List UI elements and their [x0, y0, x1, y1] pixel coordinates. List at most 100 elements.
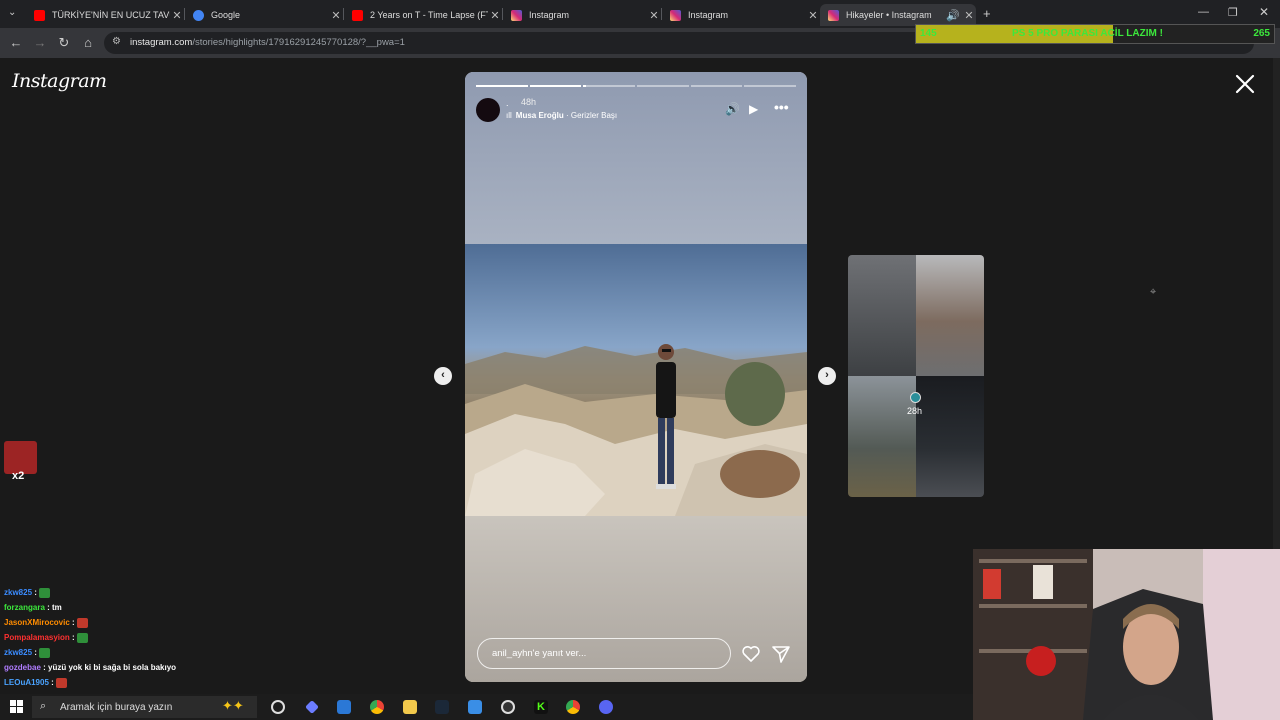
sparkle-icon: ✦✦: [222, 698, 244, 713]
close-tab-icon[interactable]: ✕: [170, 9, 184, 22]
obs-icon[interactable]: [501, 700, 515, 714]
tab-title: Hikayeler • Instagram: [846, 10, 932, 20]
reply-input[interactable]: anil_ayhn'e yanıt ver...: [477, 638, 731, 669]
instagram-icon: [670, 9, 681, 21]
restore-icon[interactable]: ❐: [1228, 6, 1238, 19]
chat-emote-icon: [76, 633, 88, 643]
chat-username[interactable]: LEOuA1905: [4, 678, 49, 687]
story-progress-fill: [583, 85, 586, 87]
highlight-avatar: [910, 392, 921, 403]
story-music[interactable]: ıll Musa Eroğlu · Gerizler Başı: [506, 111, 617, 120]
close-tab-icon[interactable]: ✕: [488, 9, 502, 22]
file-explorer-icon[interactable]: [403, 700, 417, 714]
reload-icon[interactable]: ↻: [56, 35, 72, 51]
task-view-icon[interactable]: [271, 700, 285, 714]
chrome-active-icon[interactable]: [566, 700, 580, 714]
music-track: Gerizler Başı: [570, 111, 618, 120]
forward-icon[interactable]: →: [32, 35, 48, 51]
chat-username[interactable]: zkw825: [4, 648, 32, 657]
heart-icon[interactable]: [741, 644, 761, 664]
tab-3[interactable]: 2 Years on T - Time Lapse (FTM ✕: [344, 4, 502, 26]
tab-4[interactable]: Instagram ✕: [503, 4, 661, 26]
home-icon[interactable]: ⌂: [80, 35, 96, 51]
chat-username[interactable]: Pompalamasyion: [4, 633, 70, 642]
instagram-icon: [828, 9, 839, 21]
story-username[interactable]: .: [506, 98, 509, 108]
story-progress-segment: [529, 85, 582, 87]
more-options-icon[interactable]: •••: [774, 99, 789, 115]
goal-left-count: 145: [920, 28, 937, 39]
close-stories-icon[interactable]: [1234, 73, 1256, 95]
tab-title: Google: [211, 10, 241, 20]
story-progress-segment: [744, 85, 797, 87]
chrome-icon[interactable]: [370, 700, 384, 714]
url-text: instagram.com/stories/highlights/1791629…: [130, 37, 405, 48]
cursor-icon: ⌖: [1150, 286, 1157, 298]
previous-story-button[interactable]: ‹: [434, 367, 452, 385]
store-icon[interactable]: [337, 700, 351, 714]
story-progress-segment: [637, 85, 689, 87]
story-card[interactable]: . 48h ıll Musa Eroğlu · Gerizler Başı 🔊 ▶…: [465, 72, 807, 682]
tab-2[interactable]: Google ✕: [185, 4, 343, 26]
windows-taskbar: ⌕ Aramak için buraya yazın ✦✦ K: [0, 694, 973, 720]
search-icon: ⌕: [40, 700, 47, 712]
chat-username[interactable]: JasonXMirocovic: [4, 618, 70, 627]
instagram-logo[interactable]: Instagram: [12, 70, 107, 92]
windows-start-icon[interactable]: [10, 700, 23, 713]
story-progress-segment: [476, 85, 528, 87]
highlight-thumb-night: [916, 376, 984, 497]
goal-text: PS 5 PRO PARASI ACİL LAZIM !: [1012, 28, 1163, 39]
tab-5[interactable]: Instagram ✕: [662, 4, 820, 26]
window-close-icon[interactable]: ✕: [1259, 5, 1269, 19]
chat-message: zkw825 :: [4, 648, 51, 658]
chat-username[interactable]: zkw825: [4, 588, 32, 597]
chat-message: gozdebae : yüzü yok ki bi sağa bi sola b…: [4, 663, 177, 672]
chat-username[interactable]: forzangara: [4, 603, 45, 612]
tab-title: Instagram: [688, 10, 729, 20]
tab-1[interactable]: TÜRKİYE'NİN EN UCUZ TAVUK ✕: [26, 4, 184, 26]
minimize-icon[interactable]: —: [1198, 6, 1209, 18]
mountain-landscape-image: [465, 346, 807, 516]
close-tab-icon[interactable]: ✕: [647, 9, 661, 22]
search-placeholder: Aramak için buraya yazın: [60, 702, 173, 713]
new-tab-icon[interactable]: +: [983, 6, 991, 21]
story-background-top: [465, 72, 807, 244]
chat-emote-icon: [39, 648, 51, 658]
stream-goal-bar: 145 PS 5 PRO PARASI ACİL LAZIM ! 265: [915, 24, 1275, 44]
back-icon[interactable]: ←: [8, 35, 24, 51]
tab-6-active[interactable]: Hikayeler • Instagram 🔊 ✕: [820, 4, 976, 26]
play-icon[interactable]: ▶: [749, 102, 758, 116]
steam-icon[interactable]: [435, 700, 449, 714]
webcam-feed-image: [973, 549, 1280, 720]
story-progress-bar: [476, 85, 797, 87]
next-highlight-preview[interactable]: [848, 255, 984, 497]
close-tab-icon[interactable]: ✕: [329, 9, 343, 22]
goal-right-count: 265: [1253, 28, 1270, 39]
tab-search-icon[interactable]: ⌄: [8, 7, 16, 18]
next-story-button[interactable]: ›: [818, 367, 836, 385]
story-time: 48h: [521, 97, 537, 107]
emote-multiplier: x2: [12, 470, 25, 482]
chat-emote-icon: [76, 618, 88, 628]
speaker-icon[interactable]: 🔊: [725, 102, 740, 116]
youtube-icon: [34, 9, 45, 21]
kick-icon[interactable]: K: [534, 700, 548, 714]
highlight-thumb-church: [916, 255, 984, 376]
story-progress-segment: [583, 85, 636, 87]
close-tab-icon[interactable]: ✕: [962, 9, 976, 22]
chat-text: yüzü yok ki bi sağa bi sola bakıyo: [48, 663, 177, 672]
avatar[interactable]: [476, 98, 500, 122]
chat-emote-icon: [39, 588, 51, 598]
site-info-icon[interactable]: ⚙: [112, 36, 121, 47]
chat-message: LEOuA1905 :: [4, 678, 68, 688]
close-tab-icon[interactable]: ✕: [806, 9, 820, 22]
taskbar-search-input[interactable]: ⌕ Aramak için buraya yazın ✦✦: [32, 696, 257, 718]
app-icon[interactable]: [468, 700, 482, 714]
tab-title: TÜRKİYE'NİN EN UCUZ TAVUK: [52, 10, 170, 20]
speaker-icon[interactable]: 🔊: [944, 9, 962, 22]
send-icon[interactable]: [771, 644, 791, 664]
chat-username[interactable]: gozdebae: [4, 663, 41, 672]
chat-message: zkw825 :: [4, 588, 51, 598]
app-icon[interactable]: [305, 700, 319, 714]
discord-icon[interactable]: [599, 700, 613, 714]
